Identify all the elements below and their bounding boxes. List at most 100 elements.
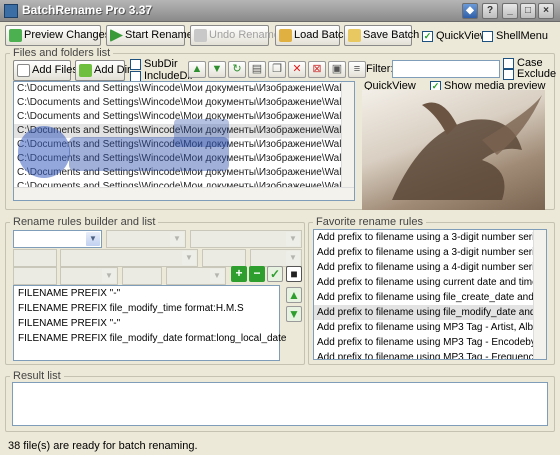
add-files-icon	[17, 64, 30, 77]
rule-row[interactable]: FILENAME PREFIX "-"	[14, 286, 279, 301]
rule-param-input-1[interactable]	[13, 249, 57, 267]
settings-list-button[interactable]: ≡	[348, 61, 366, 78]
folder-open-icon	[279, 29, 292, 42]
files-group-label: Files and folders list	[10, 47, 114, 59]
favorite-rule-item[interactable]: Add prefix to filename using a 3-digit n…	[314, 230, 546, 245]
rule-row[interactable]: FILENAME PREFIX "-"	[14, 316, 279, 331]
shellmenu-checkbox[interactable]: ShellMenu	[482, 30, 548, 42]
subdir-checkbox[interactable]: SubDir	[130, 58, 178, 70]
clear-list-button[interactable]: ⊠	[308, 61, 326, 78]
arrow-up-icon: ▲	[288, 288, 300, 302]
exclude-checkbox[interactable]: Exclude	[503, 68, 556, 80]
includedir-box	[130, 70, 141, 82]
result-list[interactable]	[12, 382, 548, 426]
rule-param-select-1[interactable]: ▼	[60, 249, 198, 267]
rules-list[interactable]: FILENAME PREFIX "-" FILENAME PREFIX file_…	[13, 285, 286, 361]
remove-button[interactable]: ✕	[288, 61, 306, 78]
start-rename-button[interactable]: Start Rename	[106, 25, 193, 46]
clear-icon: ⊠	[312, 63, 322, 75]
favorite-rule-item[interactable]: Add prefix to filename using MP3 Tag - F…	[314, 350, 546, 359]
filter-input[interactable]	[392, 60, 500, 78]
rule-rows: FILENAME PREFIX "-" FILENAME PREFIX file_…	[14, 286, 286, 346]
export-button[interactable]: ▣	[328, 61, 346, 78]
save-rule-button[interactable]: ■	[286, 266, 302, 282]
rule-move-down-button[interactable]: ▼	[286, 306, 302, 322]
favorite-rule-item[interactable]: Add prefix to filename using a 3-digit n…	[314, 245, 546, 260]
load-batch-label: Load Batch	[294, 29, 350, 41]
file-row[interactable]: C:\Documents and Settings\Wincode\Мои до…	[14, 110, 354, 124]
rule-param-select-2[interactable]: ▼	[250, 249, 302, 267]
undo-rename-label: Undo Rename	[209, 29, 280, 41]
document-button[interactable]: ▤	[248, 61, 266, 78]
subdir-box	[130, 58, 141, 70]
undo-rename-button[interactable]: Undo Rename	[190, 25, 280, 46]
chevron-down-icon: ▼	[286, 251, 300, 265]
add-folder-icon	[79, 64, 92, 77]
file-list-hscrollbar[interactable]	[14, 187, 354, 200]
favorite-rule-item[interactable]: Add prefix to filename using file_create…	[314, 290, 546, 305]
help-button[interactable]: ?	[482, 3, 498, 19]
quickview-label: QuickView	[436, 30, 488, 42]
refresh-button[interactable]: ↻	[228, 61, 246, 78]
arrow-up-icon: ▲	[191, 63, 203, 75]
favorite-rule-item[interactable]: Add prefix to filename using MP3 Tag - A…	[314, 320, 546, 335]
favorites-vscrollbar[interactable]	[533, 230, 546, 359]
rule-param-select-4[interactable]: ▼	[166, 267, 226, 285]
arrow-down-icon: ▼	[288, 307, 300, 321]
play-icon	[110, 29, 123, 42]
add-dir-button[interactable]: Add Dir	[75, 60, 131, 81]
favorite-rule-item[interactable]: Add prefix to filename using MP3 Tag - E…	[314, 335, 546, 350]
remove-rule-button[interactable]: −	[249, 266, 265, 282]
file-row[interactable]: C:\Documents and Settings\Wincode\Мои до…	[14, 166, 354, 180]
filter-label: Filter:	[366, 63, 394, 75]
quickview-check-icon: ✓	[422, 30, 433, 42]
rule-option-select[interactable]: ▼	[190, 230, 302, 248]
rule-param-input-2[interactable]	[202, 249, 246, 267]
arrow-down-icon: ▼	[211, 63, 223, 75]
copy-icon: ❐	[272, 63, 282, 75]
rule-row[interactable]: FILENAME PREFIX file_modify_time format:…	[14, 301, 279, 316]
file-row[interactable]: C:\Documents and Settings\Wincode\Мои до…	[14, 138, 354, 152]
rule-param-input-3[interactable]	[13, 267, 57, 285]
file-row[interactable]: C:\Documents and Settings\Wincode\Мои до…	[14, 82, 354, 96]
load-batch-button[interactable]: Load Batch	[275, 25, 350, 46]
plus-icon: +	[235, 266, 243, 280]
chevron-down-icon: ▼	[210, 269, 224, 283]
rule-part-select[interactable]: ▼	[106, 230, 186, 248]
file-row[interactable]: C:\Documents and Settings\Wincode\Мои до…	[14, 152, 354, 166]
favorite-rule-item[interactable]: Add prefix to filename using a 4-digit n…	[314, 260, 546, 275]
save-icon	[348, 29, 361, 42]
move-up-button[interactable]: ▲	[188, 61, 206, 78]
move-down-button[interactable]: ▼	[208, 61, 226, 78]
favorites-list[interactable]: Add prefix to filename using a 3-digit n…	[313, 229, 547, 360]
rule-row[interactable]: FILENAME PREFIX file_modify_date format:…	[14, 331, 286, 346]
add-rule-button[interactable]: +	[231, 266, 247, 282]
close-button[interactable]: ×	[538, 3, 554, 19]
status-bar-text: 38 file(s) are ready for batch renaming.	[8, 440, 198, 452]
favorite-rule-item[interactable]: Add prefix to filename using current dat…	[314, 275, 546, 290]
rule-type-select[interactable]: ▼	[13, 230, 102, 248]
add-files-button[interactable]: Add Files	[13, 60, 78, 81]
file-list[interactable]: C:\Documents and Settings\Wincode\Мои до…	[13, 81, 355, 201]
preview-changes-label: Preview Changes	[24, 29, 111, 41]
file-list-vscrollbar[interactable]	[341, 82, 354, 187]
rule-move-up-button[interactable]: ▲	[286, 287, 302, 303]
title-bar: BatchRename Pro 3.37 ◆ ? _ □ ×	[0, 0, 560, 22]
rule-param-select-3[interactable]: ▼	[60, 267, 118, 285]
favorite-rule-item[interactable]: Add prefix to filename using file_modify…	[314, 305, 546, 320]
fav-rows: Add prefix to filename using a 3-digit n…	[314, 230, 546, 359]
copy-button[interactable]: ❐	[268, 61, 286, 78]
dragon-preview-image	[392, 95, 542, 200]
preview-changes-button[interactable]: Preview Changes	[5, 25, 110, 46]
apply-rule-button[interactable]: ✓	[267, 266, 283, 282]
maximize-button[interactable]: □	[520, 3, 536, 19]
save-batch-button[interactable]: Save Batch	[344, 25, 419, 46]
result-group-label: Result list	[10, 370, 64, 382]
window-title: BatchRename Pro 3.37	[22, 3, 153, 17]
rule-param-input-4[interactable]	[122, 267, 162, 285]
minimize-button[interactable]: _	[502, 3, 518, 19]
file-row[interactable]: C:\Documents and Settings\Wincode\Мои до…	[14, 124, 354, 138]
file-row[interactable]: C:\Documents and Settings\Wincode\Мои до…	[14, 96, 354, 110]
quickview-checkbox[interactable]: ✓ QuickView	[422, 30, 488, 42]
skin-icon[interactable]: ◆	[462, 3, 478, 19]
